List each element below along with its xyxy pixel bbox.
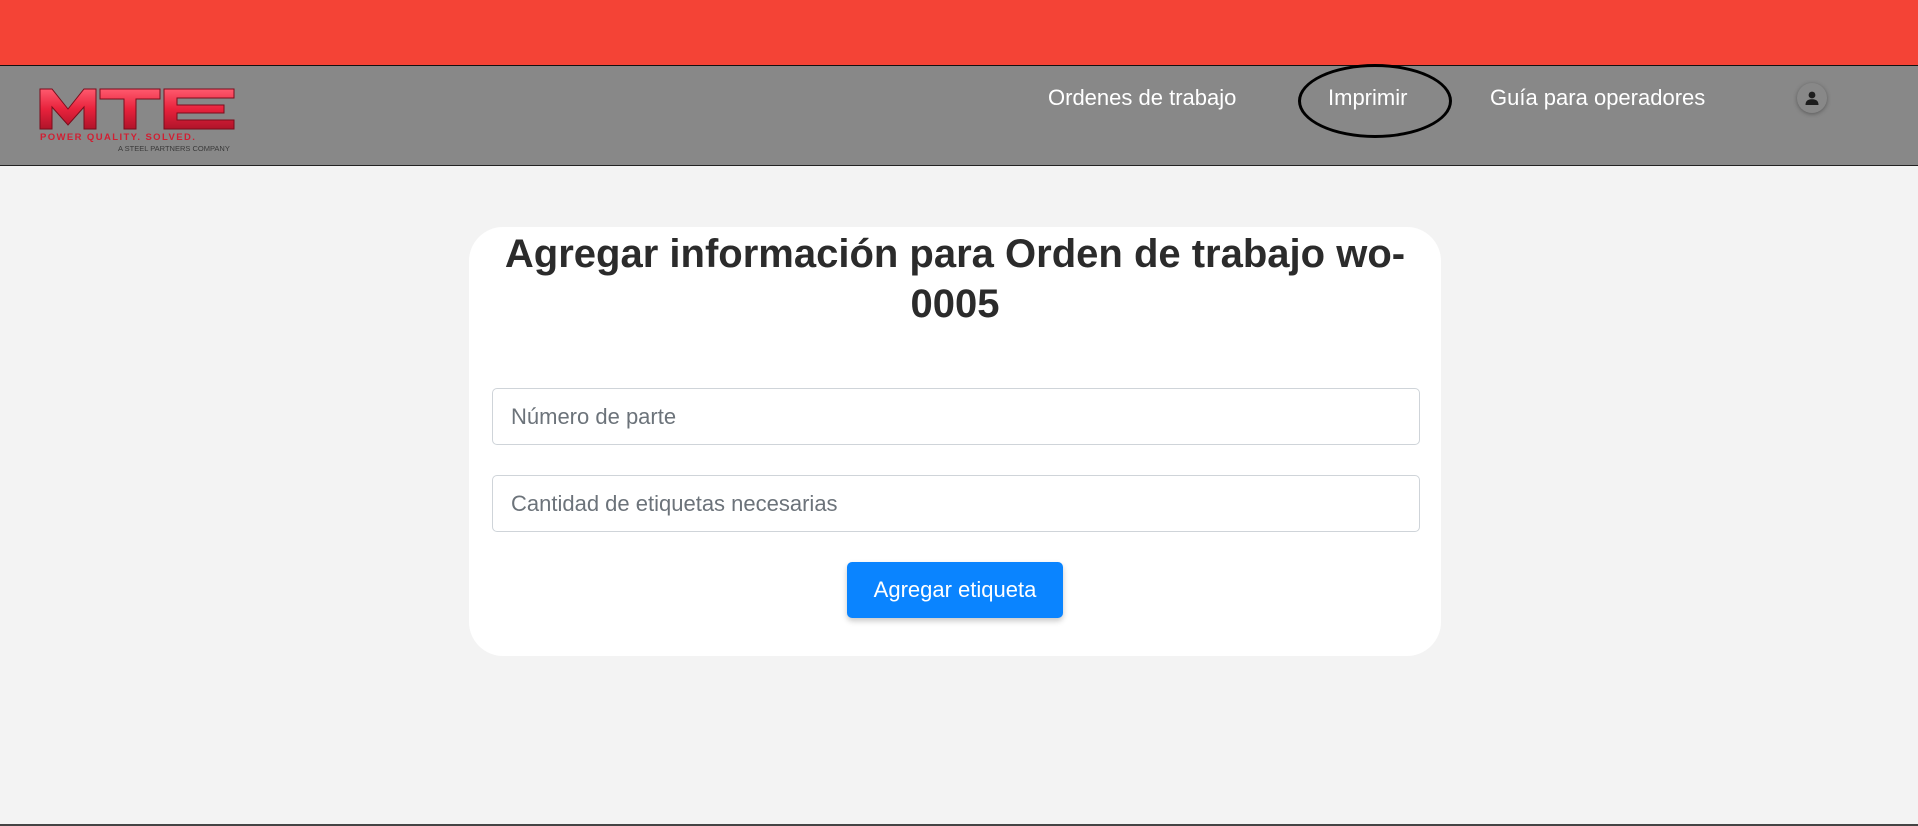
nav-imprimir[interactable]: Imprimir xyxy=(1328,84,1407,112)
svg-text:POWER QUALITY. SOLVED.: POWER QUALITY. SOLVED. xyxy=(40,132,196,143)
top-red-band xyxy=(0,0,1918,66)
navbar: POWER QUALITY. SOLVED. A STEEL PARTNERS … xyxy=(0,64,1918,166)
nav-guia-para-operadores[interactable]: Guía para operadores xyxy=(1490,84,1705,112)
user-icon xyxy=(1805,91,1819,105)
add-info-card: Agregar información para Orden de trabaj… xyxy=(469,227,1441,656)
svg-text:A STEEL PARTNERS COMPANY: A STEEL PARTNERS COMPANY xyxy=(118,144,230,153)
part-number-input[interactable] xyxy=(492,388,1420,445)
page-title: Agregar información para Orden de trabaj… xyxy=(504,232,1406,326)
nav-ordenes-de-trabajo[interactable]: Ordenes de trabajo xyxy=(1048,84,1236,112)
user-menu-button[interactable] xyxy=(1797,83,1827,113)
mte-logo-graphic: POWER QUALITY. SOLVED. A STEEL PARTNERS … xyxy=(39,88,235,153)
add-label-button[interactable]: Agregar etiqueta xyxy=(847,562,1063,618)
mte-logo[interactable]: POWER QUALITY. SOLVED. A STEEL PARTNERS … xyxy=(38,83,238,155)
label-quantity-input[interactable] xyxy=(492,475,1420,532)
